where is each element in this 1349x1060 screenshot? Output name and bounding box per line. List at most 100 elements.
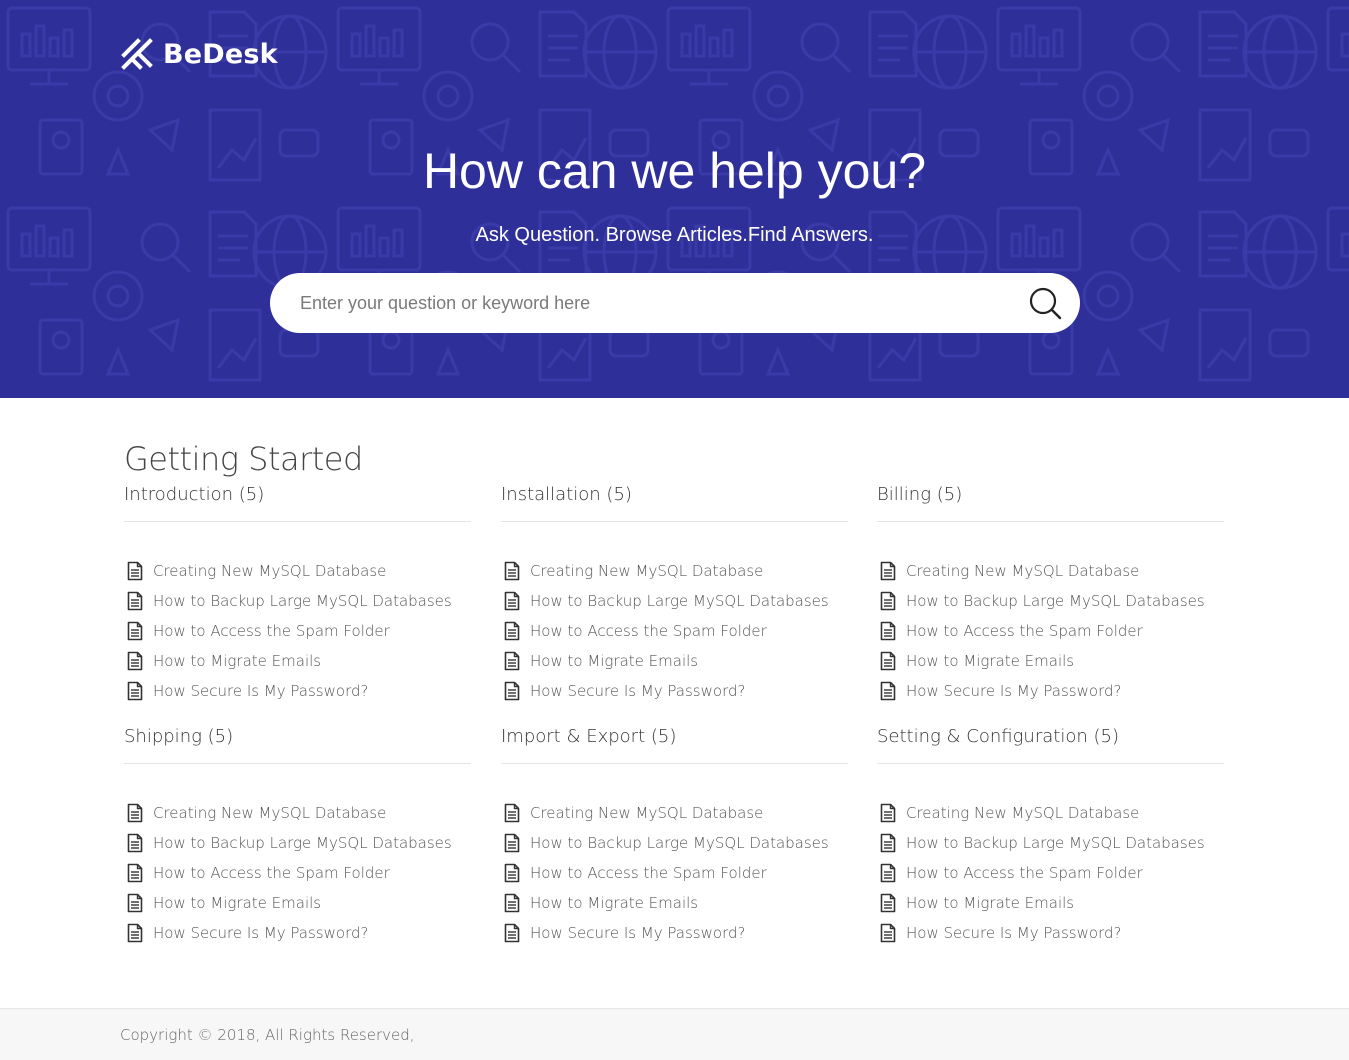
list-item[interactable]: How to Migrate Emails xyxy=(501,888,848,918)
article-link[interactable]: How to Backup Large MySQL Databases xyxy=(530,592,829,610)
article-link[interactable]: How Secure Is My Password? xyxy=(530,682,745,700)
article-link[interactable]: How to Access the Spam Folder xyxy=(530,622,767,640)
article-link[interactable]: How to Backup Large MySQL Databases xyxy=(906,592,1205,610)
category-title[interactable]: Billing (5) xyxy=(877,484,1224,522)
article-link[interactable]: Creating New MySQL Database xyxy=(530,804,763,822)
list-item[interactable]: How to Backup Large MySQL Databases xyxy=(877,828,1224,858)
list-item[interactable]: How Secure Is My Password? xyxy=(501,918,848,948)
list-item[interactable]: How to Access the Spam Folder xyxy=(124,858,471,888)
search-input[interactable] xyxy=(300,273,1000,333)
list-item[interactable]: How to Access the Spam Folder xyxy=(877,616,1224,646)
list-item[interactable]: How Secure Is My Password? xyxy=(877,676,1224,706)
article-link[interactable]: How Secure Is My Password? xyxy=(906,682,1121,700)
article-link[interactable]: How to Backup Large MySQL Databases xyxy=(153,834,452,852)
category-block: Import & Export (5) Creating New MySQL Da… xyxy=(501,726,848,948)
list-item[interactable]: Creating New MySQL Database xyxy=(124,798,471,828)
search-icon[interactable] xyxy=(1027,285,1063,321)
list-item[interactable]: Creating New MySQL Database xyxy=(877,556,1224,586)
footer: Copyright © 2018, All Rights Reserved, xyxy=(0,1008,1349,1060)
category-block: Introduction (5) Creating New MySQL Datab… xyxy=(124,484,471,706)
list-item[interactable]: How to Migrate Emails xyxy=(124,888,471,918)
article-link[interactable]: How to Backup Large MySQL Databases xyxy=(906,834,1205,852)
document-icon xyxy=(880,833,896,853)
document-icon xyxy=(504,621,520,641)
list-item[interactable]: Creating New MySQL Database xyxy=(501,556,848,586)
article-link[interactable]: How to Access the Spam Folder xyxy=(153,864,390,882)
list-item[interactable]: How Secure Is My Password? xyxy=(877,918,1224,948)
list-item[interactable]: How to Access the Spam Folder xyxy=(124,616,471,646)
list-item[interactable]: How to Backup Large MySQL Databases xyxy=(501,828,848,858)
document-icon xyxy=(127,863,143,883)
article-list: Creating New MySQL Database How to Backup… xyxy=(877,556,1224,706)
list-item[interactable]: Creating New MySQL Database xyxy=(501,798,848,828)
list-item[interactable]: How Secure Is My Password? xyxy=(124,676,471,706)
document-icon xyxy=(504,651,520,671)
category-title[interactable]: Introduction (5) xyxy=(124,484,471,522)
list-item[interactable]: How to Backup Large MySQL Databases xyxy=(124,586,471,616)
category-title[interactable]: Installation (5) xyxy=(501,484,848,522)
list-item[interactable]: Creating New MySQL Database xyxy=(124,556,471,586)
document-icon xyxy=(127,621,143,641)
category-block: Installation (5) Creating New MySQL Datab… xyxy=(501,484,848,706)
article-link[interactable]: Creating New MySQL Database xyxy=(906,804,1139,822)
document-icon xyxy=(127,561,143,581)
brand-logo[interactable]: BeDesk xyxy=(120,36,278,72)
list-item[interactable]: How to Access the Spam Folder xyxy=(877,858,1224,888)
article-link[interactable]: How Secure Is My Password? xyxy=(153,924,368,942)
page-title: How can we help you? xyxy=(422,143,927,199)
document-icon xyxy=(880,591,896,611)
article-link[interactable]: How to Access the Spam Folder xyxy=(906,864,1143,882)
document-icon xyxy=(127,833,143,853)
document-icon xyxy=(880,893,896,913)
article-link[interactable]: How to Migrate Emails xyxy=(153,894,321,912)
article-link[interactable]: Creating New MySQL Database xyxy=(530,562,763,580)
category-title[interactable]: Shipping (5) xyxy=(124,726,471,764)
hero-banner: BeDesk How can we help you? Ask Question… xyxy=(0,0,1349,398)
document-icon xyxy=(880,681,896,701)
article-link[interactable]: How Secure Is My Password? xyxy=(530,924,745,942)
document-icon xyxy=(880,651,896,671)
article-link[interactable]: How to Access the Spam Folder xyxy=(153,622,390,640)
article-link[interactable]: How to Migrate Emails xyxy=(906,894,1074,912)
list-item[interactable]: How to Backup Large MySQL Databases xyxy=(124,828,471,858)
article-list: Creating New MySQL Database How to Backup… xyxy=(501,556,848,706)
category-title[interactable]: Import & Export (5) xyxy=(501,726,848,764)
article-link[interactable]: How to Access the Spam Folder xyxy=(530,864,767,882)
document-icon xyxy=(504,863,520,883)
article-link[interactable]: How to Migrate Emails xyxy=(153,652,321,670)
brand-name: BeDesk xyxy=(163,38,278,70)
article-link[interactable]: How Secure Is My Password? xyxy=(153,682,368,700)
article-link[interactable]: How to Migrate Emails xyxy=(530,894,698,912)
list-item[interactable]: How Secure Is My Password? xyxy=(124,918,471,948)
copyright-text: Copyright © 2018, All Rights Reserved, xyxy=(120,1026,415,1044)
article-link[interactable]: How to Migrate Emails xyxy=(530,652,698,670)
article-list: Creating New MySQL Database How to Backup… xyxy=(877,798,1224,948)
category-title[interactable]: Setting & Configuration (5) xyxy=(877,726,1224,764)
list-item[interactable]: How to Access the Spam Folder xyxy=(501,858,848,888)
article-link[interactable]: How to Backup Large MySQL Databases xyxy=(530,834,829,852)
document-icon xyxy=(504,923,520,943)
article-list: Creating New MySQL Database How to Backup… xyxy=(501,798,848,948)
list-item[interactable]: How to Migrate Emails xyxy=(877,888,1224,918)
list-item[interactable]: How to Migrate Emails xyxy=(501,646,848,676)
page-subtitle: Ask Question. Browse Articles.Find Answe… xyxy=(475,224,874,246)
article-link[interactable]: How Secure Is My Password? xyxy=(906,924,1121,942)
article-link[interactable]: Creating New MySQL Database xyxy=(153,562,386,580)
article-link[interactable]: Creating New MySQL Database xyxy=(153,804,386,822)
section-title: Getting Started xyxy=(124,440,363,478)
article-link[interactable]: Creating New MySQL Database xyxy=(906,562,1139,580)
article-link[interactable]: How to Migrate Emails xyxy=(906,652,1074,670)
document-icon xyxy=(127,681,143,701)
list-item[interactable]: How to Backup Large MySQL Databases xyxy=(877,586,1224,616)
list-item[interactable]: How to Migrate Emails xyxy=(877,646,1224,676)
article-link[interactable]: How to Access the Spam Folder xyxy=(906,622,1143,640)
list-item[interactable]: How to Backup Large MySQL Databases xyxy=(501,586,848,616)
document-icon xyxy=(880,561,896,581)
document-icon xyxy=(127,893,143,913)
document-icon xyxy=(880,923,896,943)
list-item[interactable]: Creating New MySQL Database xyxy=(877,798,1224,828)
article-link[interactable]: How to Backup Large MySQL Databases xyxy=(153,592,452,610)
list-item[interactable]: How to Access the Spam Folder xyxy=(501,616,848,646)
list-item[interactable]: How to Migrate Emails xyxy=(124,646,471,676)
list-item[interactable]: How Secure Is My Password? xyxy=(501,676,848,706)
